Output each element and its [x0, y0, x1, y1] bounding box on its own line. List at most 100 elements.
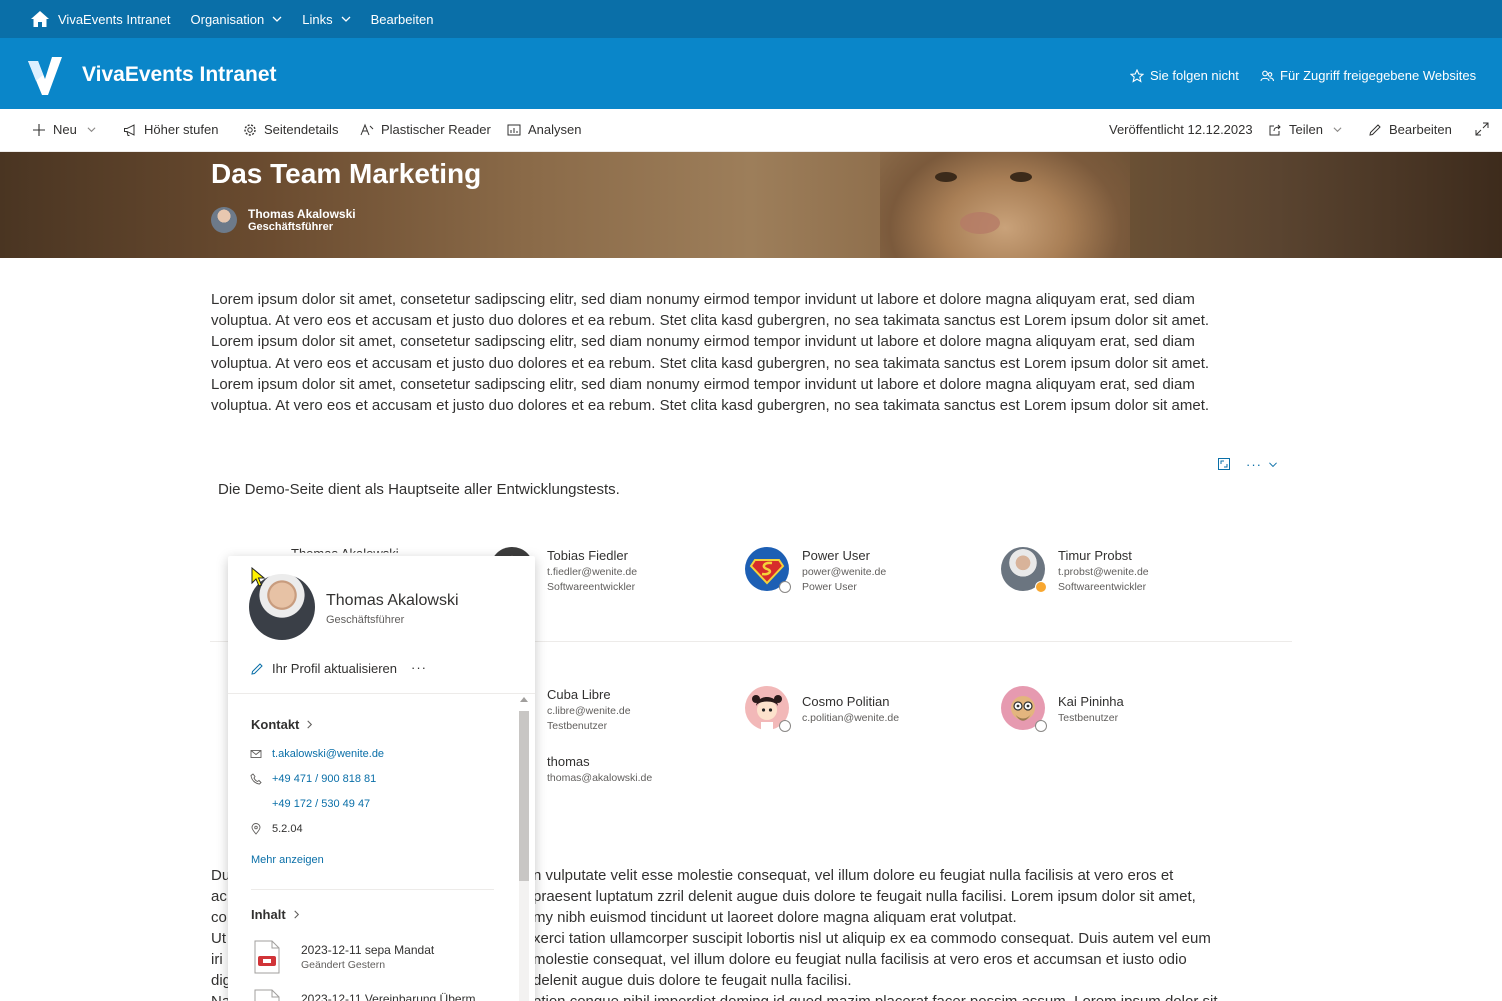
chart-icon	[507, 124, 521, 135]
person-email: c.libre@wenite.de	[547, 705, 631, 717]
file-item[interactable]: 2023-12-11 sepa Mandat Geändert Gestern	[252, 940, 434, 974]
analytics-button[interactable]: Analysen	[507, 122, 581, 137]
contact-mobile-row[interactable]: +49 172 / 530 49 47	[272, 798, 370, 810]
site-header: VivaEvents Intranet Sie folgen nicht Für…	[0, 38, 1502, 109]
demo-description: Die Demo-Seite dient als Hauptseite alle…	[218, 481, 620, 498]
person-email: t.fiedler@wenite.de	[547, 566, 638, 578]
edit-page-button[interactable]: Bearbeiten	[1368, 122, 1452, 137]
scrollbar-thumb[interactable]	[519, 711, 529, 881]
chevron-down-icon	[1269, 462, 1277, 467]
published-status: Veröffentlicht 12.12.2023	[1109, 122, 1253, 137]
suite-nav-links[interactable]: Links	[302, 12, 351, 27]
file-item[interactable]: 2023-12-11 Vereinbarung Überm	[252, 989, 476, 1001]
person-email: thomas@akalowski.de	[547, 772, 653, 784]
person-name: Cuba Libre	[547, 687, 611, 702]
presence-away-icon	[1035, 581, 1047, 593]
expand-webpart-icon[interactable]	[1217, 457, 1231, 471]
hero-author[interactable]: Thomas Akalowski Geschäftsführer	[211, 207, 356, 233]
text-line: Lorem ipsum dolor sit amet, consetetur s…	[211, 291, 1195, 308]
profile-card-scrollbar[interactable]	[517, 693, 531, 1001]
text-block: Lorem ipsum dolor sit amet, consetetur s…	[211, 289, 1291, 416]
chevron-down-icon	[341, 16, 351, 22]
person-name: Kai Pininha	[1058, 694, 1124, 709]
person-card[interactable]: Kai Pininha Testbenutzer	[1001, 686, 1124, 732]
chevron-down-icon	[1333, 127, 1342, 133]
superman-avatar	[745, 547, 791, 593]
pdf-file-icon	[254, 989, 280, 1001]
person-role: Softwareentwickler	[1058, 581, 1147, 593]
person-role: Power User	[802, 581, 857, 593]
webpart-toolbar	[1217, 457, 1231, 471]
site-logo-icon[interactable]	[26, 53, 64, 95]
expand-button[interactable]	[1475, 122, 1496, 136]
file-modified: Geändert Gestern	[301, 959, 386, 971]
divider	[251, 889, 494, 890]
text-line: voluptua. At vero eos et accusam et just…	[211, 312, 1210, 330]
contact-phone-row[interactable]: +49 471 / 900 818 81	[250, 773, 376, 785]
people-icon	[1260, 70, 1274, 81]
person-role: Testbenutzer	[1058, 712, 1119, 724]
chevron-down-icon	[87, 127, 96, 133]
home-icon[interactable]	[30, 9, 50, 29]
site-title[interactable]: VivaEvents Intranet	[82, 63, 277, 87]
expand-icon	[1475, 122, 1489, 136]
hero-image-eye	[1010, 172, 1032, 182]
person-card[interactable]: Cosmo Politian c.politian@wenite.de	[745, 686, 900, 732]
command-bar: Neu Höher stufen Seitendetails Plastisch…	[0, 109, 1502, 152]
mouse-cursor-icon	[251, 567, 265, 587]
chevron-right-icon	[293, 910, 299, 919]
plus-icon	[33, 123, 45, 136]
hero-image-nose	[960, 212, 1000, 234]
person-name: thomas	[547, 754, 590, 769]
text-line: Lorem ipsum dolor sit amet, consetetur s…	[211, 333, 1195, 351]
more-options-button[interactable]: ···	[411, 660, 427, 675]
mail-icon	[250, 750, 262, 758]
person-email: t.probst@wenite.de	[1058, 566, 1149, 578]
share-button[interactable]: Teilen	[1268, 122, 1342, 137]
text-line: voluptua. At vero eos et accusam et just…	[211, 397, 1210, 415]
presence-status-icon	[779, 581, 791, 593]
contact-section-header[interactable]: Kontakt	[251, 717, 314, 732]
scroll-up-icon[interactable]	[520, 697, 528, 702]
person-name: Power User	[802, 548, 870, 563]
suite-bar: VivaEvents Intranet Organisation Links B…	[0, 0, 1502, 38]
webpart-more-button[interactable]: ···	[1246, 457, 1278, 472]
promote-button[interactable]: Höher stufen	[123, 122, 218, 137]
text-line: Lorem ipsum dolor sit amet, consetetur s…	[211, 375, 1195, 393]
gear-icon	[244, 123, 256, 136]
person-card[interactable]: Timur Probst t.probst@wenite.de Software…	[1001, 547, 1149, 593]
presence-status-icon	[1035, 720, 1047, 732]
divider	[228, 693, 535, 694]
location-icon	[251, 823, 261, 835]
suite-nav-edit[interactable]: Bearbeiten	[371, 12, 434, 27]
suite-nav-organisation[interactable]: Organisation	[191, 12, 283, 27]
follow-button[interactable]: Sie folgen nicht	[1130, 68, 1239, 83]
hero-image-cougar	[880, 152, 1130, 258]
profile-role: Geschäftsführer	[326, 614, 405, 626]
star-icon	[1130, 68, 1144, 83]
immersive-reader-button[interactable]: Plastischer Reader	[360, 122, 491, 137]
person-name: Cosmo Politian	[802, 694, 890, 709]
file-title: 2023-12-11 sepa Mandat	[301, 943, 435, 957]
phone-icon	[250, 773, 262, 785]
person-card[interactable]: Power User power@wenite.de Power User	[745, 547, 886, 593]
shared-sites-button[interactable]: Für Zugriff freigegebene Websites	[1260, 68, 1476, 83]
person-email: c.politian@wenite.de	[802, 712, 900, 724]
cartoon-man-avatar	[1001, 686, 1047, 732]
author-name: Thomas Akalowski	[248, 207, 356, 221]
person-email: power@wenite.de	[802, 566, 887, 578]
page-details-button[interactable]: Seitendetails	[243, 122, 338, 137]
cartoon-girl-avatar	[745, 686, 791, 732]
chevron-down-icon	[272, 16, 282, 22]
new-button[interactable]: Neu	[32, 122, 96, 137]
contact-email-row[interactable]: t.akalowski@wenite.de	[250, 748, 384, 760]
presence-status-icon	[779, 720, 791, 732]
chevron-right-icon	[307, 720, 313, 729]
update-profile-button[interactable]: Ihr Profil aktualisieren	[250, 661, 397, 676]
person-role: Softwareentwickler	[547, 581, 636, 593]
profile-name: Thomas Akalowski	[326, 592, 459, 609]
profile-card: Thomas Akalowski Geschäftsführer Ihr Pro…	[228, 556, 535, 1001]
suite-site-link[interactable]: VivaEvents Intranet	[58, 12, 171, 27]
show-more-link[interactable]: Mehr anzeigen	[251, 854, 324, 866]
content-section-header[interactable]: Inhalt	[251, 907, 301, 922]
